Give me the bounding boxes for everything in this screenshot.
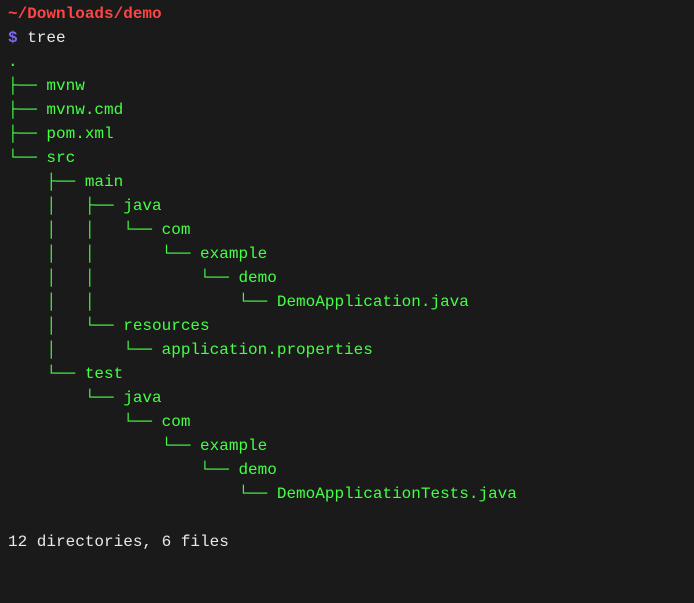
tree-line: ├── main — [8, 170, 686, 194]
tree-line: ├── mvnw.cmd — [8, 98, 686, 122]
tree-line: └── example — [8, 434, 686, 458]
tree-line: ├── pom.xml — [8, 122, 686, 146]
tree-output: .├── mvnw├── mvnw.cmd├── pom.xml└── src … — [8, 50, 686, 506]
tree-line: ├── mvnw — [8, 74, 686, 98]
tree-line: └── src — [8, 146, 686, 170]
tree-line: . — [8, 50, 686, 74]
tree-line: └── com — [8, 410, 686, 434]
tree-line: │ ├── java — [8, 194, 686, 218]
prompt-symbol: $ — [8, 29, 27, 47]
tree-line: │ │ └── demo — [8, 266, 686, 290]
command-text: tree — [27, 29, 65, 47]
tree-line: │ └── application.properties — [8, 338, 686, 362]
current-directory: ~/Downloads/demo — [8, 5, 162, 23]
summary-line: 12 directories, 6 files — [8, 530, 686, 554]
blank-line — [8, 506, 686, 530]
tree-line: │ │ └── com — [8, 218, 686, 242]
tree-line: │ │ └── example — [8, 242, 686, 266]
tree-line: │ └── resources — [8, 314, 686, 338]
tree-line: └── java — [8, 386, 686, 410]
command-line: $ tree — [8, 26, 686, 50]
cwd-line: ~/Downloads/demo — [8, 2, 686, 26]
tree-line: └── test — [8, 362, 686, 386]
tree-line: └── DemoApplicationTests.java — [8, 482, 686, 506]
tree-line: │ │ └── DemoApplication.java — [8, 290, 686, 314]
tree-line: └── demo — [8, 458, 686, 482]
terminal-window[interactable]: ~/Downloads/demo $ tree .├── mvnw├── mvn… — [0, 0, 694, 556]
